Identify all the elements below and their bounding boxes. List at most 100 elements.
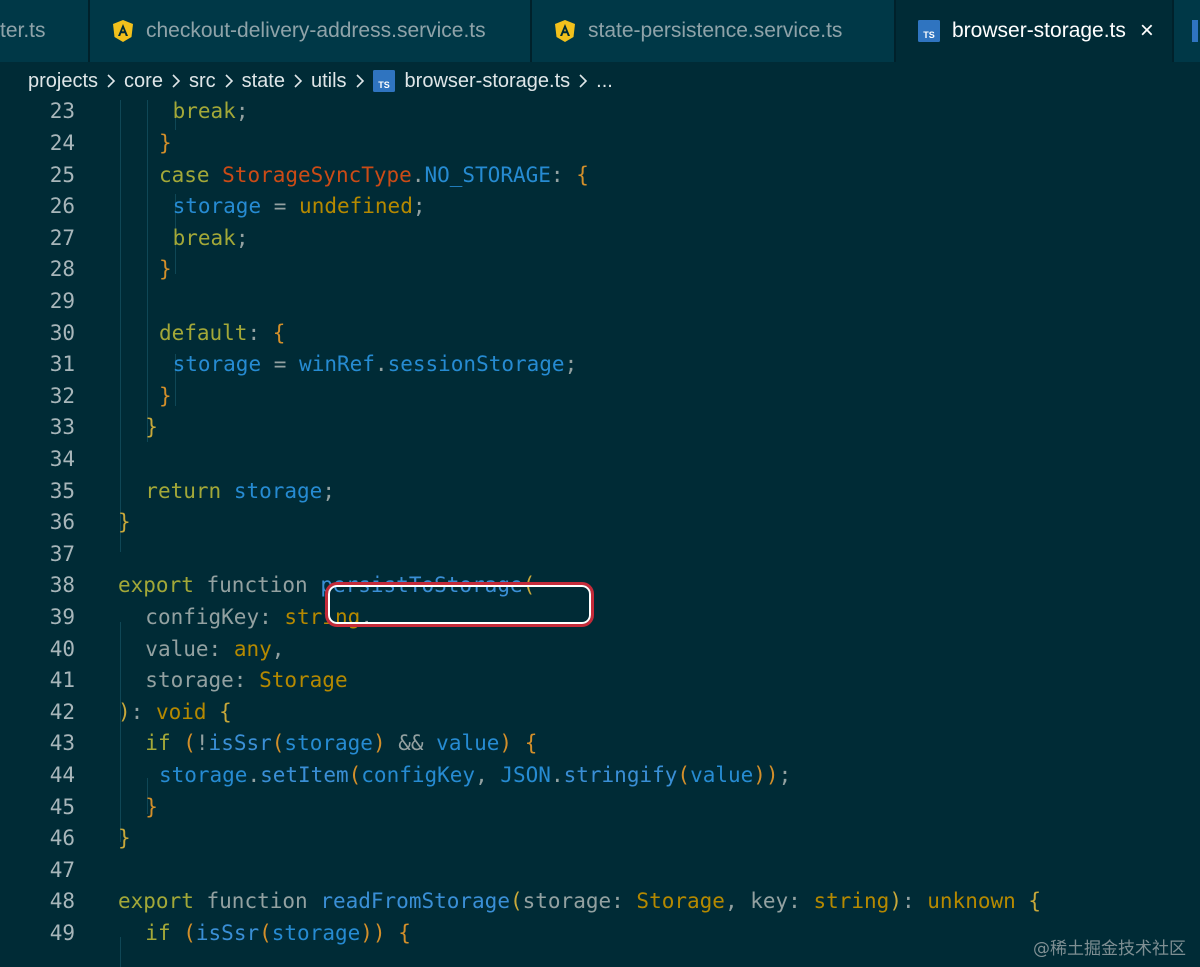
breadcrumb: projects core src state utils TS browser-stora… [0,62,1200,100]
code-line: 24} [0,127,1200,159]
tab-label: ter.ts [0,19,46,42]
breadcrumb-item[interactable]: projects [28,70,98,93]
code-token: Storage [259,668,348,693]
tab-state-persistence-service-ts[interactable]: state-persistence.service.ts [532,0,894,62]
code-line: 33} [0,412,1200,444]
tab-browser-storage-ts[interactable]: TS browser-storage.ts × [896,0,1172,62]
code-token: break [172,225,236,250]
code-token: ( [348,762,362,787]
code-token: return [145,478,234,503]
code-token: ( [677,762,691,787]
code-token: ; [322,478,335,503]
code-token: . [411,162,425,187]
code-token: { [272,320,286,345]
code-token: if [145,731,184,756]
code-token: value [690,762,754,787]
line-number: 41 [49,668,75,693]
code-editor[interactable]: 22storage = winRef.sessionStorage;23brea… [0,82,1200,967]
code-token: StorageSyncType [222,162,412,187]
line-number: 30 [49,320,75,345]
tab-label: state-persistence.service.ts [588,19,843,42]
line-number: 31 [49,352,75,377]
chevron-right-icon [293,74,303,88]
typescript-icon [1192,20,1198,42]
code-token: } [118,826,131,851]
code-token: sessionStorage [387,352,565,377]
code-token: . [374,352,388,377]
code-text: } [159,257,172,281]
code-line: 29 [0,285,1200,317]
code-token: function [206,889,321,914]
code-token: configKey: [145,604,285,629]
code-line: 44 storage.setItem(configKey, JSON.string… [0,759,1200,791]
line-number: 35 [49,478,75,503]
code-token: { [1028,889,1042,914]
code-token: any [233,636,272,661]
code-token: value: [145,636,234,661]
line-number: 40 [49,636,75,661]
code-token: function [206,573,321,598]
code-token: , [475,762,501,787]
code-token: : [130,699,156,724]
code-text: storage.setItem(configKey, JSON.stringif… [159,763,791,787]
code-token: ; [778,762,792,787]
code-token: export [118,889,207,914]
code-line: 37 [0,538,1200,570]
code-line: 36} [0,506,1200,538]
code-text: case StorageSyncType.NO_STORAGE: { [159,163,589,187]
breadcrumb-item[interactable]: state [242,70,285,93]
code-line: 25 case StorageSyncType.NO_STORAGE: { [0,159,1200,191]
code-line: 28} [0,254,1200,286]
tab-partial[interactable] [1174,0,1200,62]
code-token: = [261,194,300,219]
code-token: } [158,257,172,282]
line-number: 36 [49,510,75,535]
code-token: isSsr [195,920,260,945]
code-text: ): void { [118,700,232,724]
code-token: : [550,162,577,187]
breadcrumb-item[interactable]: ... [596,70,613,93]
code-line: 47 [0,854,1200,886]
tab-checkout-delivery-address-service-ts[interactable]: checkout-delivery-address.service.ts [90,0,530,62]
code-token: ) [889,889,902,914]
code-token: = [261,352,300,377]
line-number: 24 [49,130,75,155]
code-token: )) [753,762,779,787]
code-token: { [398,920,411,945]
angular-icon [112,19,134,43]
tab-label: browser-storage.ts [952,19,1126,42]
code-text: storage = undefined; [173,194,426,218]
code-token: , key: [724,889,814,914]
code-token: : [247,320,273,345]
chevron-right-icon [355,74,365,88]
code-token: . [247,762,261,787]
code-token: unknown [927,889,1029,914]
code-token: string [813,889,890,914]
typescript-icon: TS [372,70,395,92]
breadcrumb-item[interactable]: core [124,70,163,93]
breadcrumb-item[interactable]: src [189,70,216,93]
code-token: undefined [299,194,413,219]
line-number: 32 [49,383,75,408]
line-number: 23 [49,99,75,124]
typescript-icon: TS [918,20,940,42]
code-line: 45} [0,791,1200,823]
code-token: ( [509,889,523,914]
breadcrumb-item[interactable]: utils [311,70,347,93]
code-token: storage [233,478,323,503]
breadcrumb-item[interactable]: browser-storage.ts [405,70,571,93]
code-token: { [219,699,232,724]
code-token: )) [360,920,386,945]
code-line: 38 export function persistToStorage( [0,570,1200,602]
code-token: ; [412,194,426,219]
line-number: 27 [49,225,75,250]
close-icon[interactable]: × [1140,17,1154,45]
code-token: ( [259,920,272,945]
tab-ter-ts[interactable]: ter.ts [0,0,88,62]
code-text: storage = winRef.sessionStorage; [173,352,578,376]
code-token: storage [284,731,373,756]
code-text: return storage; [145,479,335,503]
code-line: 42): void { [0,696,1200,728]
